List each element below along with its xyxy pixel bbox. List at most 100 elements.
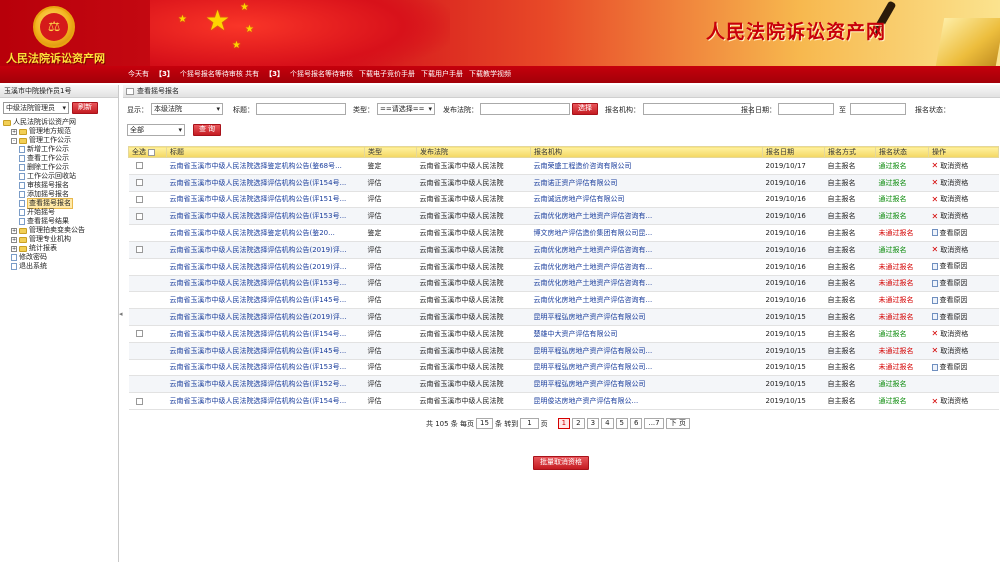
- row-title[interactable]: 云南省玉溪市中级人民法院选择评估机构公告(评145号...: [166, 291, 365, 310]
- per-page-input[interactable]: 15: [476, 418, 493, 429]
- row-org[interactable]: 昆明平程弘房地产资产评估有限公司: [530, 375, 763, 394]
- cancel-qualification-link[interactable]: ✕ 取消资格: [932, 396, 969, 406]
- refresh-button[interactable]: 刷新: [72, 102, 98, 114]
- date-to-input[interactable]: [850, 103, 906, 115]
- row-org[interactable]: 云南优化房地产土地资产评估咨询有...: [530, 207, 763, 226]
- row-checkbox[interactable]: [135, 330, 143, 338]
- row-org[interactable]: 云南诚远房地产评估有限公司: [530, 191, 763, 209]
- page-number-button[interactable]: 4: [601, 418, 614, 429]
- row-org[interactable]: 昆明俊达房地产资产评估有限公...: [530, 392, 763, 410]
- row-org[interactable]: 昆明平程弘房地产资产评估有限公司: [530, 308, 763, 326]
- view-reason-link[interactable]: 查看原因: [931, 228, 968, 238]
- page-number-button[interactable]: 6: [630, 418, 643, 429]
- page-number-button[interactable]: 2: [572, 418, 585, 429]
- expand-icon[interactable]: +: [11, 128, 17, 135]
- cancel-qualification-link[interactable]: ✕ 取消资格: [932, 329, 969, 339]
- row-org[interactable]: 昆明平程弘房地产资产评估有限公司...: [530, 342, 763, 360]
- collapse-icon[interactable]: -: [11, 137, 17, 144]
- cancel-qualification-link[interactable]: ✕ 取消资格: [932, 211, 969, 221]
- row-org[interactable]: 云南荣盛工程造价咨询有限公司: [530, 157, 763, 175]
- view-reason-link[interactable]: 查看原因: [931, 362, 968, 372]
- row-title[interactable]: 云南省玉溪市中级人民法院选择评估机构公告(评153号...: [166, 207, 365, 226]
- tree-node[interactable]: 查看摇号报名: [3, 198, 118, 209]
- row-title[interactable]: 云南省玉溪市中级人民法院选择评估机构公告(评151号...: [166, 191, 365, 209]
- row-title[interactable]: 云南省玉溪市中级人民法院选择鉴定机构公告(鉴68号...: [166, 157, 365, 175]
- row-title[interactable]: 云南省玉溪市中级人民法院选择评估机构公告(2019)评...: [166, 258, 365, 276]
- cancel-qualification-link[interactable]: ✕ 取消资格: [932, 245, 969, 255]
- org-input[interactable]: [643, 103, 751, 115]
- title-input[interactable]: [256, 103, 346, 115]
- row-title[interactable]: 云南省玉溪市中级人民法院选择鉴定机构公告(鉴20...: [166, 224, 365, 242]
- row-org[interactable]: 云南优化房地产土地资产评估咨询有...: [530, 275, 763, 293]
- date-from-input[interactable]: [778, 103, 834, 115]
- row-title[interactable]: 云南省玉溪市中级人民法院选择评估机构公告(评153号...: [166, 275, 365, 293]
- tree-node[interactable]: 删除工作公示: [3, 163, 118, 172]
- row-title[interactable]: 云南省玉溪市中级人民法院选择评估机构公告(2019)评...: [166, 308, 365, 326]
- row-org[interactable]: 博文房地产评估造价集团有限公司昆...: [530, 224, 763, 242]
- tree-node[interactable]: + 管理拍卖变卖公告: [3, 226, 118, 235]
- cancel-qualification-link[interactable]: ✕ 取消资格: [932, 161, 969, 171]
- row-checkbox[interactable]: [135, 246, 143, 254]
- view-reason-link[interactable]: 查看原因: [931, 261, 968, 271]
- tree-node[interactable]: 修改密码: [3, 253, 118, 262]
- row-checkbox[interactable]: [135, 212, 143, 220]
- row-org[interactable]: 云南优化房地产土地资产评估咨询有...: [530, 291, 763, 310]
- page-number-button[interactable]: 1: [557, 418, 571, 429]
- tree-node[interactable]: 查看工作公示: [3, 154, 118, 163]
- tree-node[interactable]: - 管理工作公示: [3, 136, 118, 145]
- collapse-handle-icon[interactable]: ◂: [119, 310, 123, 324]
- row-org[interactable]: 云南优化房地产土地资产评估咨询有...: [530, 241, 763, 259]
- tree-node[interactable]: + 管理专业机构: [3, 235, 118, 244]
- view-reason-link[interactable]: 查看原因: [931, 295, 968, 305]
- tree-node[interactable]: 审核摇号报名: [3, 181, 118, 190]
- view-reason-link[interactable]: 查看原因: [931, 312, 968, 322]
- status-select[interactable]: 全部: [127, 124, 185, 136]
- search-button[interactable]: 查 询: [193, 124, 221, 136]
- tree-node[interactable]: 新增工作公示: [3, 145, 118, 154]
- row-checkbox[interactable]: [135, 162, 143, 170]
- notice-item[interactable]: 下载电子竞价手册: [359, 69, 415, 79]
- show-scope-select[interactable]: 本级法院: [151, 103, 223, 115]
- notice-item[interactable]: 下载用户手册: [421, 69, 463, 79]
- row-checkbox[interactable]: [135, 179, 143, 187]
- view-reason-link[interactable]: 查看原因: [931, 278, 968, 288]
- expand-icon[interactable]: +: [11, 227, 17, 234]
- expand-icon[interactable]: +: [11, 245, 17, 252]
- row-org[interactable]: 楚雄中大资产评估有限公司: [530, 325, 763, 343]
- expand-icon[interactable]: +: [11, 236, 17, 243]
- type-select[interactable]: ==请选择==: [377, 103, 435, 115]
- tree-node[interactable]: + 管理地方规范: [3, 127, 118, 136]
- row-title[interactable]: 云南省玉溪市中级人民法院选择评估机构公告(2019)评...: [166, 241, 365, 259]
- batch-cancel-button[interactable]: 批量取消资格: [533, 456, 589, 470]
- tree-node[interactable]: 查看摇号结果: [3, 217, 118, 226]
- row-title[interactable]: 云南省玉溪市中级人民法院选择评估机构公告(评152号...: [166, 375, 365, 394]
- cancel-qualification-link[interactable]: ✕ 取消资格: [932, 346, 969, 356]
- row-checkbox[interactable]: [135, 397, 143, 405]
- row-checkbox[interactable]: [135, 195, 143, 203]
- choose-court-button[interactable]: 选择: [572, 103, 598, 115]
- row-org[interactable]: 云南诺正资产评估有限公司: [530, 174, 763, 192]
- column-header-label[interactable]: 全选: [132, 148, 146, 156]
- row-org[interactable]: 云南优化房地产土地资产评估咨询有...: [530, 258, 763, 276]
- row-org[interactable]: 昆明平程弘房地产资产评估有限公司...: [530, 359, 763, 377]
- row-title[interactable]: 云南省玉溪市中级人民法院选择评估机构公告(评145号...: [166, 342, 365, 360]
- tree-node[interactable]: 开始摇号: [3, 208, 118, 217]
- row-title[interactable]: 云南省玉溪市中级人民法院选择评估机构公告(评153号...: [166, 359, 365, 377]
- tree-node[interactable]: 人民法院诉讼资产网: [3, 118, 118, 127]
- row-title[interactable]: 云南省玉溪市中级人民法院选择评估机构公告(评154号...: [166, 392, 365, 410]
- cancel-qualification-link[interactable]: ✕ 取消资格: [932, 194, 969, 204]
- tree-node[interactable]: 工作公示回收站: [3, 172, 118, 181]
- notice-item[interactable]: 下载教学视频: [469, 69, 511, 79]
- select-all-checkbox[interactable]: [148, 148, 155, 156]
- tree-node[interactable]: 退出系统: [3, 262, 118, 271]
- page-number-button[interactable]: ...7: [644, 418, 664, 429]
- page-number-button[interactable]: 3: [586, 418, 600, 429]
- cancel-qualification-link[interactable]: ✕ 取消资格: [932, 178, 969, 188]
- court-level-select[interactable]: 中级法院管理员: [3, 102, 69, 114]
- page-number-button[interactable]: 5: [615, 418, 629, 429]
- page-input[interactable]: 1: [520, 418, 539, 429]
- next-page-button[interactable]: 下 页: [665, 418, 690, 429]
- row-title[interactable]: 云南省玉溪市中级人民法院选择评估机构公告(评154号...: [166, 325, 365, 343]
- row-title[interactable]: 云南省玉溪市中级人民法院选择评估机构公告(评154号...: [166, 174, 365, 192]
- court-input[interactable]: [480, 103, 570, 115]
